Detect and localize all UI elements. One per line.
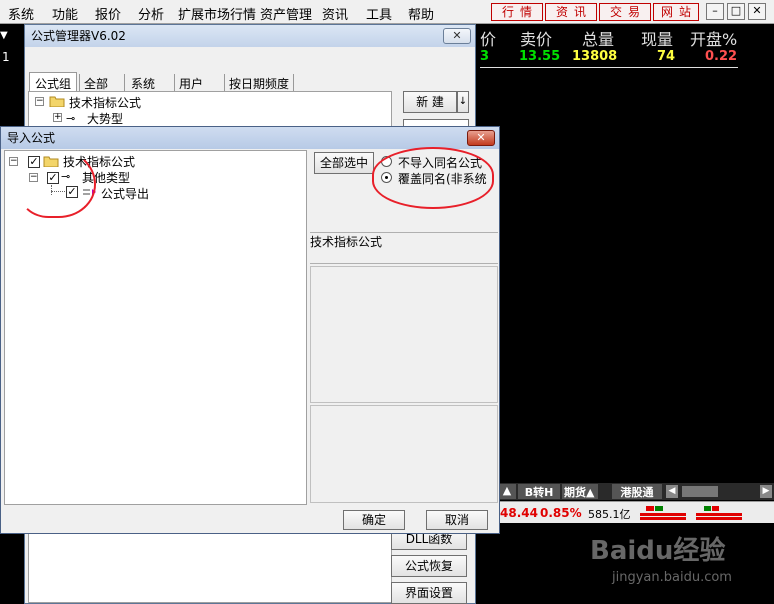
menu-quote[interactable]: 报价	[95, 4, 121, 23]
import-dialog-titlebar: 导入公式	[1, 127, 499, 149]
website-button[interactable]: 网站	[653, 3, 699, 21]
watermark-brand: Baidu经验	[590, 536, 726, 566]
minimize-icon[interactable]: –	[706, 3, 724, 20]
info-label: 技术指标公式	[310, 235, 383, 249]
tab-hk-connect[interactable]: 港股通	[612, 484, 662, 499]
import-dialog-title: 导入公式	[7, 131, 56, 145]
info-divider-2	[310, 263, 498, 264]
key-icon: ⊸	[66, 112, 76, 125]
tab-futures[interactable]: 期货▲	[562, 484, 598, 499]
info-box-top	[310, 266, 498, 403]
status-bar: 48.44 0.85% 585.1亿	[498, 501, 774, 523]
formula-manager-title: 公式管理器V6.02	[31, 29, 126, 43]
menu-help[interactable]: 帮助	[408, 4, 434, 23]
info-box-bottom	[310, 405, 498, 503]
news-button[interactable]: 资讯	[545, 3, 597, 21]
row-expand-icon[interactable]: ▼	[0, 30, 8, 41]
restore-formula-button[interactable]: 公式恢复	[391, 555, 467, 577]
tab-arrow-icon[interactable]: ▲	[498, 484, 516, 499]
cell-sell-price: 13.55	[519, 49, 561, 64]
close-app-icon[interactable]: ✕	[748, 3, 766, 20]
tab-formula-group[interactable]: 公式组	[29, 72, 77, 91]
cell-open-pct: 0.22	[705, 49, 738, 64]
trade-button[interactable]: 交易	[599, 3, 651, 21]
select-all-button[interactable]: 全部选中	[314, 152, 374, 174]
ok-button[interactable]: 确定	[343, 510, 405, 530]
baidu-watermark: Baidu经验 jingyan.baidu.com	[590, 530, 770, 602]
status-index: 48.44	[500, 506, 538, 520]
status-pct: 0.85%	[540, 506, 582, 520]
quote-button[interactable]: 行情	[491, 3, 543, 21]
cell-current-volume: 74	[657, 49, 676, 64]
tree-root-collapse-icon[interactable]: −	[9, 157, 18, 166]
header-price[interactable]: 价	[480, 26, 496, 50]
new-formula-button[interactable]: 新 建	[403, 91, 457, 113]
scroll-left-icon[interactable]: ◀	[666, 485, 678, 498]
menu-analysis[interactable]: 分析	[138, 4, 164, 23]
header-current-volume[interactable]: 现量	[641, 26, 673, 50]
menu-tools[interactable]: 工具	[366, 4, 392, 23]
interface-settings-button[interactable]: 界面设置	[391, 582, 467, 604]
watermark-url: jingyan.baidu.com	[612, 570, 732, 585]
menu-function[interactable]: 功能	[52, 4, 78, 23]
formula-manager-titlebar: 公式管理器V6.02	[25, 25, 475, 47]
header-open-pct[interactable]: 开盘%	[690, 26, 737, 50]
row-divider	[480, 67, 738, 68]
menu-system[interactable]: 系统	[8, 4, 34, 23]
collapse-icon[interactable]: −	[35, 97, 44, 106]
market-indicator-2-icon	[694, 504, 744, 522]
tab-futures-label: 期货	[564, 486, 586, 499]
cell-price: 3	[480, 49, 490, 64]
tree-item-technical-indicators[interactable]: 技术指标公式	[69, 94, 141, 111]
status-amount: 585.1亿	[588, 508, 631, 521]
annotation-stroke-tree	[18, 148, 96, 218]
menu-extended-market[interactable]: 扩展市场行情	[178, 4, 256, 23]
import-dialog-close-icon[interactable]: ✕	[467, 130, 495, 146]
formula-manager-tabs: 公式组 全部 系统 用户 按日期频度	[28, 72, 295, 93]
tab-b-to-h[interactable]: B转H	[518, 484, 560, 499]
menu-asset-management[interactable]: 资产管理	[260, 4, 312, 23]
tree-item-market-trend[interactable]: 大势型	[87, 110, 123, 127]
row-number: 1	[2, 50, 10, 64]
folder-icon	[49, 95, 65, 108]
formula-manager-close-icon[interactable]: ✕	[443, 28, 471, 44]
new-dropdown-icon[interactable]: ↓	[457, 91, 469, 113]
header-sell-price[interactable]: 卖价	[520, 26, 552, 50]
maximize-icon[interactable]: □	[727, 3, 745, 20]
menu-news[interactable]: 资讯	[322, 4, 348, 23]
annotation-circle-options	[372, 147, 494, 209]
header-total-volume[interactable]: 总量	[582, 26, 614, 50]
cancel-button[interactable]: 取消	[426, 510, 488, 530]
scroll-right-icon[interactable]: ▶	[760, 485, 772, 498]
import-tree-leaf[interactable]: 公式导出	[101, 185, 149, 202]
menu-bar: 系统 功能 报价 分析 扩展市场行情 资产管理 资讯 工具 帮助 行情 资讯 交…	[0, 0, 774, 24]
expand-icon[interactable]: +	[53, 113, 62, 122]
tab-futures-arrow-icon: ▲	[586, 486, 595, 499]
tab-scrollbar-thumb[interactable]	[682, 486, 718, 497]
market-indicator-icon	[638, 504, 688, 522]
cell-total-volume: 13808	[572, 49, 618, 64]
